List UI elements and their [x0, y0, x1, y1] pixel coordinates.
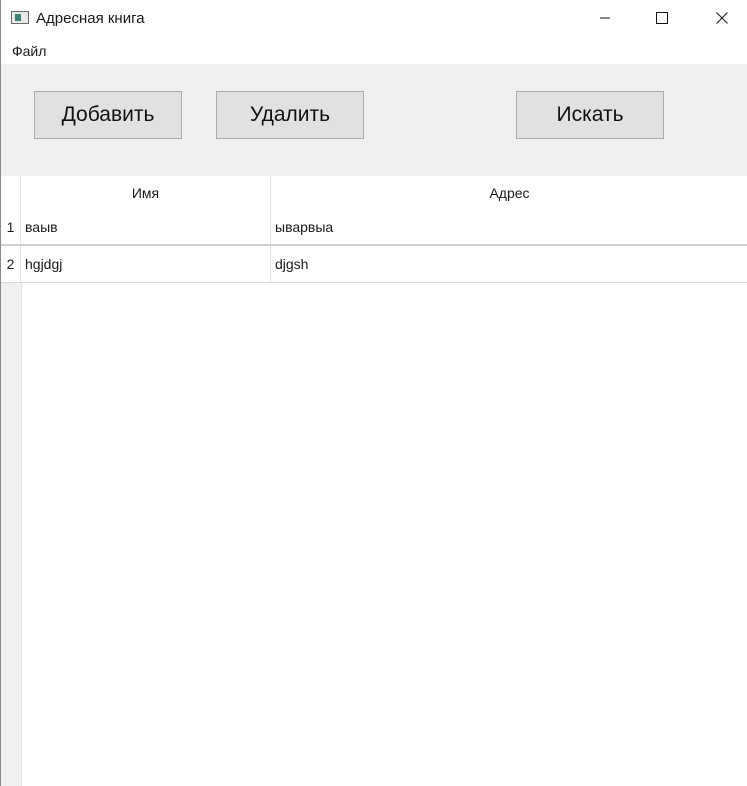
menu-file[interactable]: Файл: [12, 42, 46, 60]
name-cell[interactable]: ваыв: [21, 209, 271, 244]
table-header: Имя Адрес: [1, 176, 747, 209]
table-row: 2 hgjdgj djgsh: [1, 246, 747, 283]
address-book-window: Адресная книга Файл Добавить Удалить Иск…: [0, 0, 747, 786]
minimize-button[interactable]: [582, 0, 628, 36]
delete-button[interactable]: Удалить: [216, 91, 364, 139]
toolbar: Добавить Удалить Искать: [1, 64, 747, 176]
menu-bar: Файл: [1, 38, 747, 64]
window-title: Адресная книга: [36, 10, 145, 27]
row-header[interactable]: 1: [1, 209, 21, 244]
row-header-strip: [1, 282, 22, 786]
address-cell[interactable]: ыварвыа: [271, 209, 747, 244]
minimize-icon: [600, 17, 610, 19]
row-header[interactable]: 2: [1, 246, 21, 282]
search-button[interactable]: Искать: [516, 91, 664, 139]
column-header-name[interactable]: Имя: [21, 176, 271, 209]
table-corner[interactable]: [1, 176, 21, 209]
title-bar[interactable]: Адресная книга: [1, 0, 747, 36]
close-icon: [716, 12, 728, 24]
maximize-button[interactable]: [639, 0, 685, 36]
column-header-address[interactable]: Адрес: [271, 176, 747, 209]
add-button[interactable]: Добавить: [34, 91, 182, 139]
name-cell[interactable]: hgjdgj: [21, 246, 271, 282]
close-button[interactable]: [699, 0, 745, 36]
address-table: Имя Адрес 1 ваыв ыварвыа 2 hgjdgj djgsh: [1, 176, 747, 786]
maximize-icon: [656, 12, 668, 24]
address-cell[interactable]: djgsh: [271, 246, 747, 282]
app-window-icon: [11, 11, 29, 24]
table-row: 1 ваыв ыварвыа: [1, 209, 747, 246]
